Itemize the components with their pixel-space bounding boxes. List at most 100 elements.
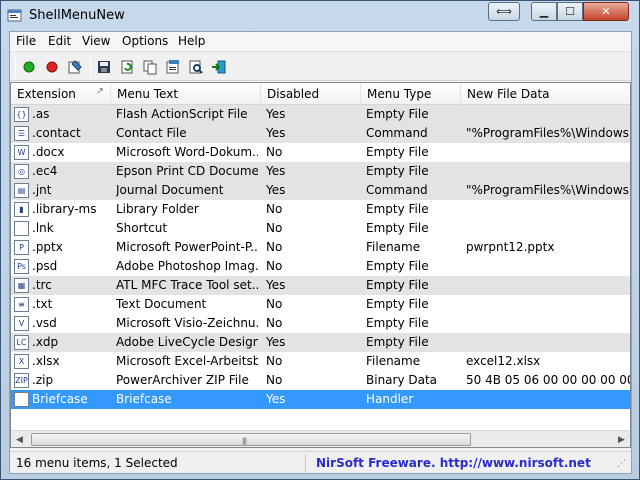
table-row[interactable]: .lnk Shortcut No Empty File [11, 219, 630, 238]
maximize-button[interactable]: ☐ [557, 2, 583, 21]
extension-cell: .trc [32, 278, 52, 292]
menu-view[interactable]: View [80, 34, 112, 48]
nirsoft-link[interactable]: NirSoft Freeware. http://www.nirsoft.net [310, 454, 597, 472]
menu-text-cell: Shortcut [116, 221, 168, 235]
enable-button[interactable] [20, 58, 38, 76]
toolbar-separator [90, 57, 91, 77]
table-row[interactable]: ≡ .txt Text Document No Empty File [11, 295, 630, 314]
horizontal-scrollbar[interactable]: ◀ ||| ▶ [11, 430, 630, 447]
extension-cell: .xdp [32, 335, 59, 349]
column-header-disabled[interactable]: Disabled [261, 83, 361, 105]
menu-text-cell: Contact File [116, 126, 187, 140]
disabled-cell: Yes [266, 126, 286, 140]
menu-type-cell: Binary Data [366, 373, 438, 387]
table-row[interactable]: ☰ .contact Contact File Yes Command "%Program… [11, 124, 630, 143]
table-row[interactable]: ▦ .trc ATL MFC Trace Tool set... Yes Empty F… [11, 276, 630, 295]
table-row[interactable]: Briefcase Briefcase Yes Handler [11, 390, 630, 409]
file-type-icon: ≡ [14, 297, 29, 312]
extension-cell: .psd [32, 259, 58, 273]
file-type-icon: LC [14, 335, 29, 350]
close-button[interactable]: ✕ [583, 2, 629, 21]
disabled-cell: No [266, 316, 283, 330]
extension-cell: .txt [32, 297, 53, 311]
file-type-icon: ▦ [14, 278, 29, 293]
file-type-icon: P [14, 240, 29, 255]
menu-type-cell: Empty File [366, 297, 429, 311]
menu-options[interactable]: Options [120, 34, 170, 48]
disabled-cell: Yes [266, 392, 286, 406]
table-row[interactable]: ZIP .zip PowerArchiver ZIP File No Binary Da… [11, 371, 630, 390]
column-header-label: Extension [17, 87, 76, 101]
column-header-new-file-data[interactable]: New File Data [461, 83, 630, 105]
new-file-data-cell: "%ProgramFiles%\Windows Ma [466, 126, 630, 140]
menu-type-cell: Command [366, 183, 428, 197]
disabled-cell: Yes [266, 107, 286, 121]
menu-type-cell: Filename [366, 354, 421, 368]
maximize-icon: ☐ [565, 5, 575, 18]
menu-type-cell: Empty File [366, 221, 429, 235]
menu-text-cell: Microsoft Visio-Zeichnu... [116, 316, 258, 330]
table-row[interactable]: Ps .psd Adobe Photoshop Imag... No Empty Fil… [11, 257, 630, 276]
menu-type-cell: Empty File [366, 164, 429, 178]
file-type-icon: {} [14, 107, 29, 122]
app-icon [7, 8, 23, 24]
table-row[interactable]: ▤ .jnt Journal Document Yes Command "%Program… [11, 181, 630, 200]
menu-text-cell: Adobe Photoshop Imag... [116, 259, 258, 273]
new-file-data-cell: pwrpnt12.pptx [466, 240, 555, 254]
disable-button[interactable] [43, 58, 61, 76]
html-report-button[interactable] [164, 58, 182, 76]
file-type-icon: Ps [14, 259, 29, 274]
enable-icon [23, 61, 35, 73]
menu-type-cell: Empty File [366, 202, 429, 216]
resize-grip-icon[interactable]: ⋰ [617, 459, 631, 473]
table-row[interactable]: V .vsd Microsoft Visio-Zeichnu... No Empty F… [11, 314, 630, 333]
app-window: ShellMenuNew ⟺ ▁ ☐ ✕ File Edit View Opti… [0, 0, 640, 480]
column-header-menu-text[interactable]: Menu Text [111, 83, 261, 105]
title-bar[interactable]: ShellMenuNew ⟺ ▁ ☐ ✕ [1, 1, 639, 30]
scrollbar-thumb[interactable]: ||| [31, 433, 471, 446]
table-row[interactable]: ▮ .library-ms Library Folder No Empty File [11, 200, 630, 219]
menu-text-cell: Text Document [116, 297, 207, 311]
disabled-cell: Yes [266, 278, 286, 292]
table-row[interactable]: X .xlsx Microsoft Excel-Arbeitsb... No Filen… [11, 352, 630, 371]
find-button[interactable] [187, 58, 205, 76]
column-header-extension[interactable]: Extension ↗ [11, 83, 111, 105]
html-report-icon [166, 60, 179, 74]
extension-cell: .as [32, 107, 50, 121]
extension-cell: .docx [32, 145, 65, 159]
minimize-icon: ▁ [539, 5, 549, 18]
menu-help[interactable]: Help [176, 34, 207, 48]
new-file-data-cell: 50 4B 05 06 00 00 00 00 00 00 [466, 373, 630, 387]
exit-button[interactable] [210, 58, 228, 76]
grip-icon: ||| [242, 437, 247, 445]
table-row[interactable]: {} .as Flash ActionScript File Yes Empty Fil… [11, 105, 630, 124]
menu-text-cell: Briefcase [116, 392, 172, 406]
menu-file[interactable]: File [14, 34, 38, 48]
copy-button[interactable] [141, 58, 159, 76]
scroll-right-button[interactable]: ▶ [613, 431, 630, 447]
arrow-right-icon: ▶ [618, 434, 625, 445]
refresh-button[interactable] [118, 58, 136, 76]
menu-text-cell: Epson Print CD Document [116, 164, 258, 178]
properties-button[interactable] [66, 58, 84, 76]
column-header-menu-type[interactable]: Menu Type [361, 83, 461, 105]
file-type-icon: ZIP [14, 373, 29, 388]
menu-items-list[interactable]: Extension ↗ Menu Text Disabled Menu Type… [10, 82, 631, 448]
table-row[interactable]: LC .xdp Adobe LiveCycle Design... Yes Empty … [11, 333, 630, 352]
extension-cell: .vsd [32, 316, 57, 330]
properties-icon [68, 60, 82, 74]
minimize-button[interactable]: ▁ [531, 2, 557, 21]
copy-icon [143, 60, 157, 75]
menu-edit[interactable]: Edit [46, 34, 73, 48]
toolbar-separator [15, 57, 16, 77]
restore-layout-button[interactable]: ⟺ [488, 2, 520, 21]
table-row[interactable]: ◎ .ec4 Epson Print CD Document Yes Empty Fil… [11, 162, 630, 181]
arrow-left-icon: ◀ [16, 434, 23, 445]
save-button[interactable] [95, 58, 113, 76]
double-arrow-icon: ⟺ [496, 5, 512, 18]
sort-ascending-icon: ↗ [95, 86, 104, 97]
file-type-icon: ▮ [14, 202, 29, 217]
scroll-left-button[interactable]: ◀ [11, 431, 28, 447]
table-row[interactable]: P .pptx Microsoft PowerPoint-P... No Filenam… [11, 238, 630, 257]
table-row[interactable]: W .docx Microsoft Word-Dokum... No Empty Fil… [11, 143, 630, 162]
